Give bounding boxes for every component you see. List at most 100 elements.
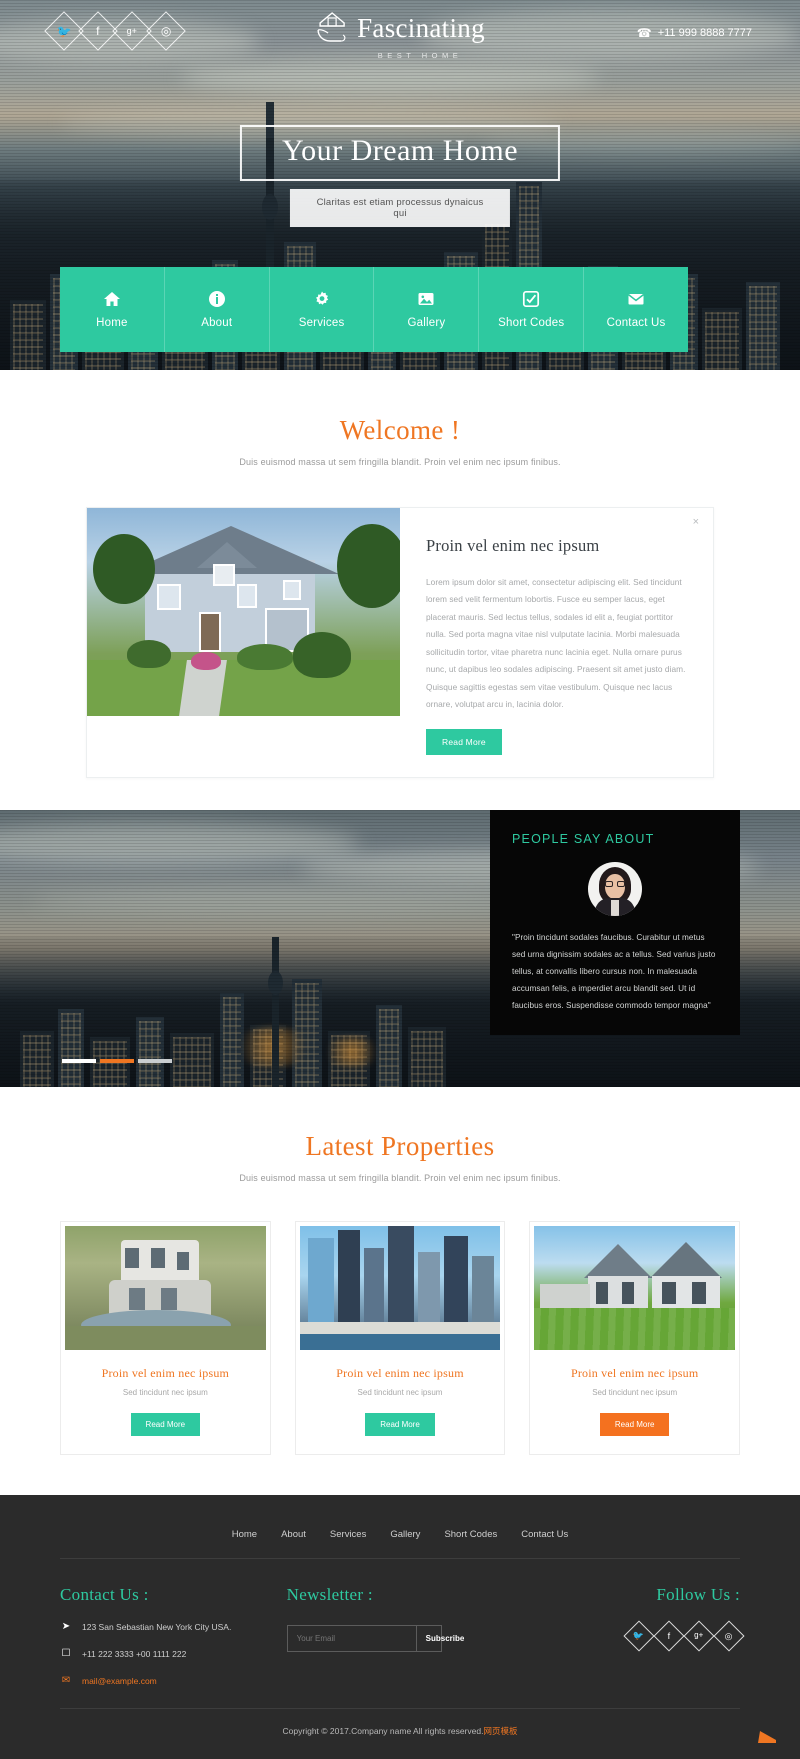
close-icon[interactable]: × <box>693 517 699 528</box>
home-icon <box>103 290 121 308</box>
hero-title: Your Dream Home <box>281 134 519 167</box>
nav-label: Services <box>298 317 345 329</box>
latest-properties-section: Latest Properties Duis euismod massa ut … <box>0 1087 800 1495</box>
footer-contact-column: Contact Us : ➤ 123 San Sebastian New Yor… <box>60 1585 287 1686</box>
property-caption: Sed tincidunt nec ipsum <box>592 1388 678 1398</box>
latest-title: Latest Properties <box>305 1131 495 1162</box>
logo-tagline: Best Home <box>377 51 463 60</box>
newsletter-email-input[interactable] <box>287 1626 416 1652</box>
nav-label: Home <box>96 317 128 329</box>
footer-social-list: 🐦 f g+ ◎ <box>525 1620 745 1652</box>
property-card-list: Proin vel enim nec ipsum Sed tincidunt n… <box>60 1221 741 1456</box>
location-arrow-icon: ➤ <box>61 1621 71 1633</box>
footer-follow-column: Follow Us : 🐦 f g+ ◎ <box>525 1585 745 1686</box>
dribbble-icon: ◎ <box>160 23 172 38</box>
social-google-plus-button[interactable]: g+ <box>683 1620 715 1652</box>
social-dribbble-button[interactable]: ◎ <box>146 11 186 51</box>
envelope-icon <box>627 290 645 308</box>
nav-item-gallery[interactable]: Gallery <box>374 267 480 352</box>
welcome-card-title: Proin vel enim nec ipsum <box>426 536 600 555</box>
property-read-more-button[interactable]: Read More <box>365 1413 435 1437</box>
welcome-card: × Proin vel enim nec ipsum Lorem ipsum d… <box>86 507 714 779</box>
facebook-icon: f <box>667 1630 671 1641</box>
welcome-card-text: Lorem ipsum dolor sit amet, consectetur … <box>426 577 686 709</box>
facebook-icon: f <box>96 24 100 38</box>
footer-nav-home[interactable]: Home <box>232 1529 257 1540</box>
copyright-text: Copyright © 2017.Company name All rights… <box>282 1726 484 1737</box>
slider-dot-1[interactable] <box>62 1059 96 1064</box>
property-card[interactable]: Proin vel enim nec ipsum Sed tincidunt n… <box>60 1221 271 1456</box>
footer-address-row: ➤ 123 San Sebastian New York City USA. <box>60 1621 287 1632</box>
testimonial-card: PEOPLE SAY ABOUT "Proin tincidunt sodale… <box>490 810 740 1036</box>
property-read-more-button[interactable]: Read More <box>599 1413 670 1437</box>
property-card[interactable]: Proin vel enim nec ipsum Sed tincidunt n… <box>294 1221 506 1456</box>
property-image <box>299 1226 501 1351</box>
hero-title-box: Your Dream Home <box>239 125 561 181</box>
footer-email[interactable]: mail@example.com <box>82 1676 157 1686</box>
property-card[interactable]: Proin vel enim nec ipsum Sed tincidunt n… <box>529 1221 741 1456</box>
avatar <box>588 862 642 917</box>
image-icon <box>417 290 435 308</box>
welcome-card-body: × Proin vel enim nec ipsum Lorem ipsum d… <box>400 508 713 777</box>
header-phone-number: +11 999 8888 7777 <box>657 27 752 39</box>
google-plus-icon: g+ <box>126 25 138 36</box>
footer-nav-contact-us[interactable]: Contact Us <box>521 1529 568 1540</box>
testimonial-slider-controls <box>62 1059 172 1064</box>
footer-nav-services[interactable]: Services <box>330 1529 366 1540</box>
footer-nav-short-codes[interactable]: Short Codes <box>444 1529 497 1540</box>
slider-dot-2[interactable] <box>100 1059 134 1064</box>
footer-email-row[interactable]: ✉ mail@example.com <box>60 1675 287 1686</box>
footer-newsletter-column: Newsletter : Subscribe <box>286 1585 525 1686</box>
dribbble-icon: ◎ <box>725 1630 733 1641</box>
copyright-link[interactable]: 网页模板 <box>483 1726 517 1736</box>
welcome-read-more-button[interactable]: Read More <box>426 729 502 756</box>
nav-item-about[interactable]: About <box>165 267 270 352</box>
scroll-to-top-button[interactable] <box>756 1729 778 1749</box>
testimonial-quote: "Proin tincidunt sodales faucibus. Curab… <box>512 933 716 1010</box>
footer-contact-heading: Contact Us : <box>60 1585 149 1605</box>
twitter-icon: 🐦 <box>56 23 72 38</box>
property-image <box>534 1226 736 1351</box>
newsletter-form: Subscribe <box>286 1625 464 1653</box>
nav-label: Gallery <box>407 317 446 329</box>
mobile-phone-icon: ☐ <box>61 1648 71 1660</box>
nav-item-contact-us[interactable]: Contact Us <box>584 267 688 352</box>
header-social-list: 🐦 f g+ ◎ <box>44 11 186 51</box>
slider-dot-3[interactable] <box>138 1059 172 1064</box>
welcome-subtitle: Duis euismod massa ut sem fringilla blan… <box>239 457 561 467</box>
welcome-title: Welcome ! <box>339 415 461 445</box>
nav-item-services[interactable]: Services <box>270 267 375 352</box>
hero-headline-block: Your Dream Home Claritas est etiam proce… <box>239 125 561 227</box>
footer-phone: +11 222 3333 +00 1111 222 <box>82 1648 187 1659</box>
latest-subtitle: Duis euismod massa ut sem fringilla blan… <box>239 1173 561 1184</box>
property-caption: Sed tincidunt nec ipsum <box>357 1388 443 1398</box>
hero-subtitle: Claritas est etiam processus dynaicus qu… <box>290 188 510 227</box>
newsletter-subscribe-button[interactable]: Subscribe <box>415 1626 474 1652</box>
footer-nav-gallery[interactable]: Gallery <box>390 1529 420 1540</box>
welcome-section: Welcome ! Duis euismod massa ut sem frin… <box>0 370 800 779</box>
twitter-icon: 🐦 <box>633 1630 645 1641</box>
property-title: Proin vel enim nec ipsum <box>570 1366 699 1381</box>
google-plus-icon: g+ <box>694 1631 704 1641</box>
logo-name: Fascinating <box>357 12 485 43</box>
footer-nav-about[interactable]: About <box>281 1529 306 1540</box>
site-logo[interactable]: Fascinating Best Home <box>315 10 485 60</box>
welcome-house-image <box>87 508 400 716</box>
check-square-icon <box>522 290 540 308</box>
hero-banner: 🐦 f g+ ◎ Fascinating Best Home <box>0 0 800 370</box>
header-phone[interactable]: ☎ +11 999 8888 7777 <box>637 26 752 40</box>
nav-label: Short Codes <box>498 317 565 329</box>
property-image <box>65 1226 266 1351</box>
nav-item-short-codes[interactable]: Short Codes <box>479 267 585 352</box>
phone-icon: ☎ <box>636 26 652 40</box>
nav-label: Contact Us <box>606 317 666 329</box>
main-navigation: Home About Services Gallery Short Codes … <box>60 267 688 352</box>
nav-item-home[interactable]: Home <box>60 267 165 352</box>
property-caption: Sed tincidunt nec ipsum <box>122 1388 208 1398</box>
social-facebook-button[interactable]: f <box>653 1620 685 1652</box>
property-read-more-button[interactable]: Read More <box>130 1413 201 1437</box>
testimonial-heading: PEOPLE SAY ABOUT <box>512 832 655 847</box>
footer-navigation: Home About Services Gallery Short Codes … <box>0 1521 800 1558</box>
social-dribbble-button[interactable]: ◎ <box>713 1620 745 1652</box>
social-twitter-button[interactable]: 🐦 <box>623 1620 655 1652</box>
